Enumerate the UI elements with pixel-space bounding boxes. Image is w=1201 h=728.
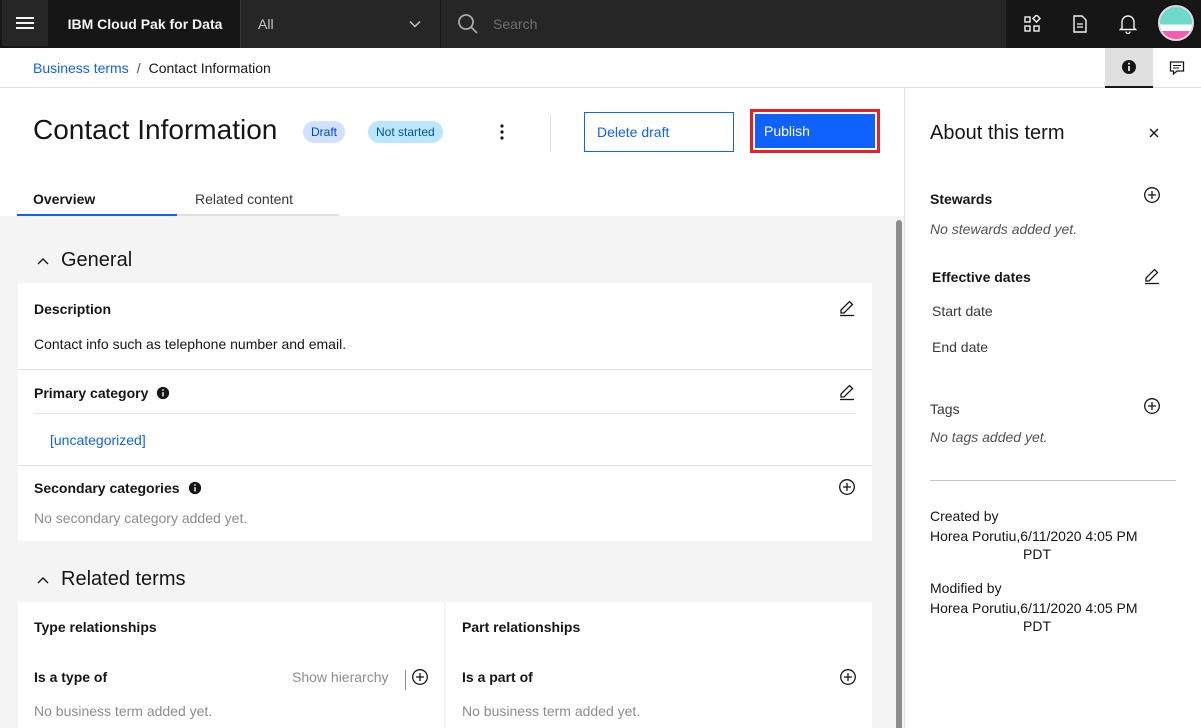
overflow-menu-icon bbox=[500, 124, 504, 140]
search-icon bbox=[458, 14, 478, 34]
overflow-menu-button[interactable] bbox=[490, 118, 514, 146]
start-date-label: Start date bbox=[932, 303, 993, 319]
scrollbar[interactable] bbox=[894, 216, 904, 728]
show-hierarchy-link[interactable]: Show hierarchy bbox=[292, 669, 389, 685]
primary-category-label: Primary category bbox=[34, 385, 149, 401]
draft-tag: Draft bbox=[303, 121, 346, 143]
scope-value: All bbox=[258, 16, 274, 32]
secondary-categories-row: Secondary categories bbox=[34, 480, 202, 496]
overview-panel: General Description Contact info such as… bbox=[0, 216, 894, 728]
secondary-categories-empty: No secondary category added yet. bbox=[34, 510, 248, 526]
scope-dropdown[interactable]: All bbox=[240, 0, 440, 48]
stewards-empty: No stewards added yet. bbox=[930, 221, 1078, 237]
page-title: Contact Information bbox=[33, 114, 278, 145]
stewards-label: Stewards bbox=[930, 191, 993, 207]
status-tag: Not started bbox=[368, 121, 443, 143]
add-secondary-category-icon[interactable] bbox=[838, 478, 856, 496]
breadcrumb-bar: Business terms / Contact Information bbox=[0, 48, 1201, 88]
type-relationships-label: Type relationships bbox=[34, 619, 157, 635]
breadcrumb-separator: / bbox=[136, 60, 141, 76]
effective-dates-label: Effective dates bbox=[932, 269, 1031, 285]
created-by-timezone: PDT bbox=[1023, 546, 1051, 562]
bell-icon bbox=[1119, 15, 1137, 34]
info-icon bbox=[1122, 60, 1136, 74]
search-bar[interactable]: Search bbox=[441, 0, 1006, 48]
is-a-type-of-label: Is a type of bbox=[34, 669, 108, 685]
add-type-of-icon[interactable] bbox=[411, 668, 429, 686]
comments-panel-toggle[interactable] bbox=[1153, 48, 1201, 88]
primary-category-link[interactable]: [uncategorized] bbox=[50, 432, 146, 448]
scrollbar-thumb[interactable] bbox=[896, 220, 902, 728]
related-terms-section-toggle[interactable]: Related terms bbox=[37, 568, 186, 591]
modified-by-label: Modified by bbox=[930, 580, 1002, 596]
edit-description-icon[interactable] bbox=[838, 299, 856, 317]
info-icon[interactable] bbox=[188, 481, 202, 495]
tags-empty: No tags added yet. bbox=[930, 429, 1048, 445]
divider bbox=[18, 465, 872, 466]
end-date-label: End date bbox=[932, 339, 989, 355]
description-label: Description bbox=[34, 301, 112, 317]
breadcrumb-current: Contact Information bbox=[148, 60, 271, 76]
comment-icon bbox=[1169, 61, 1185, 76]
general-heading: General bbox=[61, 249, 133, 271]
close-icon[interactable] bbox=[1145, 124, 1163, 142]
publish-button-highlight: Publish bbox=[750, 109, 880, 153]
modified-by-value: Horea Porutiu,6/11/2020 4:05 PM bbox=[930, 600, 1138, 616]
is-a-part-of-label: Is a part of bbox=[462, 669, 533, 685]
general-section-toggle[interactable]: General bbox=[37, 249, 132, 272]
divider bbox=[930, 480, 1176, 481]
general-card: Description Contact info such as telepho… bbox=[18, 283, 872, 541]
divider bbox=[34, 413, 856, 414]
modified-by-timezone: PDT bbox=[1023, 618, 1051, 634]
edit-effective-dates-icon[interactable] bbox=[1143, 267, 1161, 285]
notifications-button[interactable] bbox=[1104, 0, 1152, 48]
secondary-categories-label: Secondary categories bbox=[34, 480, 180, 496]
breadcrumb: Business terms / Contact Information bbox=[33, 60, 271, 76]
divider bbox=[405, 670, 406, 690]
documentation-button[interactable] bbox=[1056, 0, 1104, 48]
part-relationships-card: Part relationships Is a part of No busin… bbox=[446, 602, 872, 728]
info-panel-toggle[interactable] bbox=[1105, 48, 1153, 88]
type-relationships-card: Type relationships Is a type of Show hie… bbox=[18, 602, 444, 728]
user-avatar[interactable] bbox=[1158, 5, 1194, 41]
chevron-up-icon bbox=[37, 576, 49, 583]
delete-draft-button[interactable]: Delete draft bbox=[584, 112, 734, 152]
info-icon[interactable] bbox=[156, 386, 170, 400]
publish-button[interactable]: Publish bbox=[755, 114, 875, 148]
part-relationships-label: Part relationships bbox=[462, 619, 581, 635]
tab-list: Overview Related content bbox=[17, 183, 339, 216]
add-steward-icon[interactable] bbox=[1143, 186, 1161, 204]
panel-title: About this term bbox=[930, 122, 1065, 144]
is-a-part-of-empty: No business term added yet. bbox=[462, 703, 641, 719]
document-icon bbox=[1073, 15, 1087, 33]
is-a-type-of-empty: No business term added yet. bbox=[34, 703, 213, 719]
apps-button[interactable] bbox=[1008, 0, 1056, 48]
toolbar-divider bbox=[550, 114, 551, 152]
product-name[interactable]: IBM Cloud Pak for Data bbox=[50, 0, 240, 48]
created-by-label: Created by bbox=[930, 508, 999, 524]
primary-category-row: Primary category bbox=[34, 385, 170, 401]
tab-related-content[interactable]: Related content bbox=[177, 183, 339, 216]
edit-primary-category-icon[interactable] bbox=[838, 383, 856, 401]
breadcrumb-business-terms[interactable]: Business terms bbox=[33, 60, 129, 76]
menu-button[interactable] bbox=[2, 0, 48, 48]
top-header: IBM Cloud Pak for Data All Search bbox=[0, 0, 1201, 48]
description-text: Contact info such as telephone number an… bbox=[34, 336, 347, 352]
hamburger-icon bbox=[16, 17, 34, 29]
chevron-down-icon bbox=[409, 20, 421, 28]
chevron-up-icon bbox=[37, 257, 49, 264]
add-part-of-icon[interactable] bbox=[839, 668, 857, 686]
main-content: Contact Information Draft Not started De… bbox=[0, 88, 904, 728]
about-term-panel: About this term Stewards No stewards add… bbox=[904, 88, 1201, 728]
app-switcher-icon bbox=[1024, 15, 1041, 32]
created-by-value: Horea Porutiu,6/11/2020 4:05 PM bbox=[930, 528, 1138, 544]
related-terms-heading: Related terms bbox=[61, 568, 186, 590]
tags-label: Tags bbox=[930, 401, 960, 417]
add-tag-icon[interactable] bbox=[1143, 397, 1161, 415]
tab-overview[interactable]: Overview bbox=[17, 183, 177, 216]
search-input[interactable]: Search bbox=[493, 16, 537, 32]
divider bbox=[18, 369, 872, 370]
